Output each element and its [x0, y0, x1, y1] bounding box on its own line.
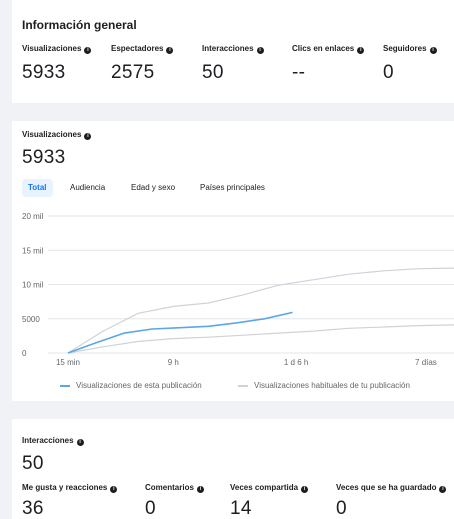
interactions-title: Interacciones i: [22, 436, 84, 446]
stat-label-shares: Veces compartida i: [230, 483, 309, 493]
tab-total[interactable]: Total: [22, 179, 53, 197]
views-value: 5933: [22, 147, 66, 168]
info-icon[interactable]: i: [84, 47, 92, 54]
info-icon[interactable]: i: [439, 486, 447, 493]
stat-label-comments: Comentarios i: [145, 483, 204, 493]
info-icon[interactable]: i: [429, 47, 437, 54]
legend-item-this-post: Visualizaciones de esta publicación: [60, 381, 202, 390]
stat-value-interactions: 50: [202, 62, 224, 83]
legend-item-usual: Visualizaciones habituales de tu publica…: [238, 381, 410, 390]
views-line-chart: 0 5000 10 mil 15 mil 20 mil 15 min 9 h 1 d 6 h 7…: [22, 212, 454, 367]
stat-label-views: Visualizaciones i: [22, 44, 92, 54]
y-tick-label: 20 mil: [22, 212, 44, 221]
tab-age-gender[interactable]: Edad y sexo: [125, 179, 181, 197]
interactions-card: Interacciones i 50 Me gusta y reacciones i…: [12, 419, 454, 519]
tab-audience[interactable]: Audiencia: [64, 179, 111, 197]
overview-title: Información general: [22, 18, 137, 32]
info-icon[interactable]: i: [166, 47, 174, 54]
stat-label-viewers: Espectadores i: [111, 44, 174, 54]
views-title: Visualizaciones i: [22, 130, 92, 140]
stat-label-link-clicks: Clics en enlaces i: [292, 44, 365, 54]
info-icon[interactable]: i: [76, 439, 84, 446]
y-tick-label: 0: [22, 349, 27, 358]
x-tick-label: 1 d 6 h: [284, 358, 308, 367]
stat-value-comments: 0: [145, 498, 156, 519]
interactions-value: 50: [22, 453, 44, 474]
stat-value-link-clicks: --: [292, 62, 306, 83]
y-tick-label: 5000: [22, 315, 40, 324]
y-tick-label: 15 mil: [22, 246, 44, 255]
stat-label-saves: Veces que se ha guardado i: [336, 483, 447, 493]
info-icon[interactable]: i: [84, 133, 92, 140]
legend-swatch: [60, 384, 70, 387]
stat-label-interactions: Interacciones i: [202, 44, 264, 54]
info-icon[interactable]: i: [110, 486, 118, 493]
stat-value-viewers: 2575: [111, 62, 155, 83]
y-tick-label: 10 mil: [22, 281, 44, 290]
stat-value-saves: 0: [336, 498, 347, 519]
views-card: Visualizaciones i 5933 Total Audiencia Ed…: [12, 121, 454, 401]
stat-value-shares: 14: [230, 498, 252, 519]
stat-value-followers: 0: [383, 62, 394, 83]
x-tick-label: 7 días: [415, 358, 437, 367]
stat-value-likes: 36: [22, 498, 44, 519]
series-line-usual: [67, 267, 454, 354]
stat-value-views: 5933: [22, 62, 66, 83]
stat-label-likes: Me gusta y reacciones i: [22, 483, 118, 493]
x-tick-label: 9 h: [168, 358, 179, 367]
stat-label-followers: Seguidores i: [383, 44, 437, 54]
overview-card: Información general Visualizaciones i 593…: [12, 0, 454, 103]
info-icon[interactable]: i: [357, 47, 365, 54]
info-icon[interactable]: i: [301, 486, 309, 493]
legend-swatch: [238, 384, 248, 387]
x-tick-label: 15 min: [56, 358, 80, 367]
info-icon[interactable]: i: [196, 486, 204, 493]
series-line-usual: [67, 324, 454, 354]
tab-top-countries[interactable]: Países principales: [194, 179, 271, 197]
info-icon[interactable]: i: [256, 47, 264, 54]
